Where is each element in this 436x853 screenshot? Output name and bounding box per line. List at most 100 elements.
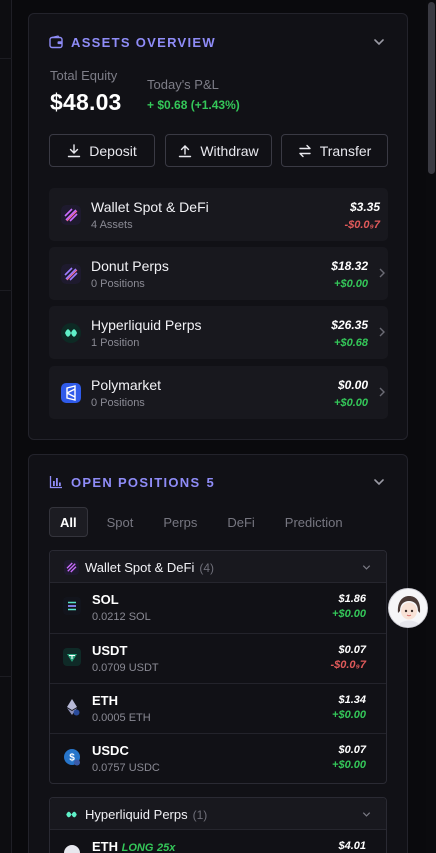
position-group-wallet-spot-defi: Wallet Spot & DeFi (4) SOL 0.0212 SOL $1.… bbox=[49, 550, 387, 784]
asset-amount: 0.0212 SOL bbox=[92, 611, 151, 623]
group-header[interactable]: Hyperliquid Perps (1) bbox=[50, 798, 386, 830]
account-sub: 0 Positions bbox=[91, 278, 145, 290]
group-count: (1) bbox=[192, 808, 208, 822]
table-row[interactable]: ETH 0.0005 ETH $1.34 +$0.00 bbox=[50, 683, 386, 733]
scrollbar-thumb[interactable] bbox=[428, 2, 435, 174]
account-change: +$0.00 bbox=[334, 278, 368, 290]
account-row-wallet-spot-defi[interactable]: Wallet Spot & DeFi 4 Assets $3.35 -$0.0₉… bbox=[49, 188, 388, 241]
account-name: Hyperliquid Perps bbox=[91, 317, 202, 333]
group-title: Hyperliquid Perps (1) bbox=[85, 807, 207, 822]
asset-value: $0.07 bbox=[338, 644, 366, 656]
pnl-label: Today's P&L bbox=[147, 77, 219, 92]
account-name: Polymarket bbox=[91, 377, 162, 393]
total-equity-value: $48.03 bbox=[50, 89, 122, 115]
position-filter-tabs: All Spot Perps DeFi Prediction bbox=[49, 507, 362, 537]
asset-symbol: SOL bbox=[92, 592, 119, 607]
panel-title: ASSETS OVERVIEW bbox=[71, 34, 216, 50]
tab-prediction[interactable]: Prediction bbox=[274, 507, 354, 537]
account-sub: 1 Position bbox=[91, 337, 140, 349]
chevron-down-icon[interactable] bbox=[361, 562, 372, 573]
table-row[interactable]: USDT 0.0709 USDT $0.07 -$0.0₉7 bbox=[50, 633, 386, 683]
table-row[interactable]: SOL 0.0212 SOL $1.86 +$0.00 bbox=[50, 583, 386, 633]
divider bbox=[0, 676, 12, 677]
eth-icon bbox=[67, 699, 80, 716]
polymarket-logo-icon bbox=[61, 383, 81, 403]
account-row-donut-perps[interactable]: Donut Perps 0 Positions $18.32 +$0.00 bbox=[49, 247, 388, 300]
hyperliquid-logo-icon bbox=[66, 811, 77, 818]
account-row-polymarket[interactable]: Polymarket 0 Positions $0.00 +$0.00 bbox=[49, 366, 388, 419]
group-title-text: Hyperliquid Perps bbox=[85, 807, 188, 822]
asset-amount: 0.0709 USDT bbox=[92, 662, 159, 674]
chevron-down-icon[interactable] bbox=[371, 474, 387, 490]
account-name: Donut Perps bbox=[91, 258, 169, 274]
chevron-down-icon[interactable] bbox=[361, 809, 372, 820]
asset-symbol: USDC bbox=[92, 743, 129, 758]
donut-logo-icon bbox=[64, 560, 79, 575]
avatar-illustration-icon bbox=[389, 589, 427, 627]
bar-chart-icon bbox=[49, 476, 62, 489]
transfer-button[interactable]: Transfer bbox=[281, 134, 388, 167]
position-symbol: ETH bbox=[92, 839, 118, 853]
group-title-text: Wallet Spot & DeFi bbox=[85, 560, 195, 575]
tab-spot[interactable]: Spot bbox=[96, 507, 145, 537]
donut-logo-icon bbox=[61, 264, 81, 284]
asset-value: $1.34 bbox=[338, 694, 366, 706]
account-sub: 0 Positions bbox=[91, 397, 145, 409]
eth-icon bbox=[64, 845, 80, 853]
asset-change: +$0.00 bbox=[332, 759, 366, 771]
chevron-right-icon bbox=[379, 327, 385, 337]
chevron-right-icon bbox=[379, 268, 385, 278]
deposit-label: Deposit bbox=[89, 142, 137, 159]
donut-logo-icon bbox=[61, 205, 81, 225]
pnl-value: + $0.68 (+1.43%) bbox=[147, 98, 240, 112]
download-icon bbox=[68, 143, 81, 157]
asset-change: +$0.00 bbox=[332, 608, 366, 620]
account-name: Wallet Spot & DeFi bbox=[91, 199, 209, 215]
assets-overview-panel: ASSETS OVERVIEW Total Equity $48.03 Toda… bbox=[28, 13, 408, 440]
asset-symbol: ETH bbox=[92, 693, 118, 708]
table-row[interactable]: ETH LONG 25x $4.01 bbox=[50, 830, 386, 853]
asset-value: $4.01 bbox=[338, 840, 366, 852]
hyperliquid-logo-icon bbox=[61, 323, 81, 343]
positions-count: 5 bbox=[206, 474, 214, 490]
tab-defi[interactable]: DeFi bbox=[216, 507, 265, 537]
account-change: -$0.0₉7 bbox=[344, 219, 380, 231]
table-row[interactable]: $ USDC 0.0757 USDC $0.07 +$0.00 bbox=[50, 733, 386, 783]
divider bbox=[0, 58, 12, 59]
transfer-label: Transfer bbox=[319, 142, 372, 159]
avatar[interactable] bbox=[388, 588, 428, 628]
withdraw-label: Withdraw bbox=[200, 142, 259, 159]
account-value: $26.35 bbox=[331, 318, 368, 332]
deposit-button[interactable]: Deposit bbox=[49, 134, 155, 167]
account-value: $0.00 bbox=[337, 378, 368, 392]
asset-value: $1.86 bbox=[338, 593, 366, 605]
account-value: $18.32 bbox=[331, 259, 368, 273]
asset-value: $0.07 bbox=[338, 744, 366, 756]
transfer-arrows-icon bbox=[298, 144, 311, 157]
panel-title: OPEN POSITIONS bbox=[71, 474, 201, 490]
position-group-hyperliquid-perps: Hyperliquid Perps (1) ETH LONG 25x $4.01 bbox=[49, 797, 387, 853]
wallet-icon bbox=[49, 35, 63, 49]
tab-all[interactable]: All bbox=[49, 507, 88, 537]
assets-overview-header[interactable]: ASSETS OVERVIEW bbox=[49, 32, 387, 52]
position-side-badge: LONG bbox=[121, 842, 154, 853]
usdc-icon: $ bbox=[64, 749, 80, 766]
account-sub: 4 Assets bbox=[91, 219, 133, 231]
scrollbar[interactable] bbox=[426, 0, 436, 853]
open-positions-panel: OPEN POSITIONS 5 All Spot Perps DeFi Pre… bbox=[28, 454, 408, 853]
sol-icon bbox=[63, 597, 81, 615]
group-title: Wallet Spot & DeFi (4) bbox=[85, 560, 214, 575]
group-header[interactable]: Wallet Spot & DeFi (4) bbox=[50, 551, 386, 583]
tab-perps[interactable]: Perps bbox=[152, 507, 208, 537]
open-positions-header[interactable]: OPEN POSITIONS 5 bbox=[49, 472, 387, 492]
account-change: +$0.00 bbox=[334, 397, 368, 409]
asset-symbol: USDT bbox=[92, 643, 128, 658]
chevron-down-icon[interactable] bbox=[371, 34, 387, 50]
account-change: +$0.68 bbox=[334, 337, 368, 349]
withdraw-button[interactable]: Withdraw bbox=[165, 134, 272, 167]
asset-amount: 0.0757 USDC bbox=[92, 762, 160, 774]
account-row-hyperliquid-perps[interactable]: Hyperliquid Perps 1 Position $26.35 +$0.… bbox=[49, 306, 388, 359]
asset-symbol: ETH LONG 25x bbox=[92, 839, 175, 853]
asset-change: -$0.0₉7 bbox=[330, 659, 366, 671]
group-count: (4) bbox=[199, 561, 215, 575]
